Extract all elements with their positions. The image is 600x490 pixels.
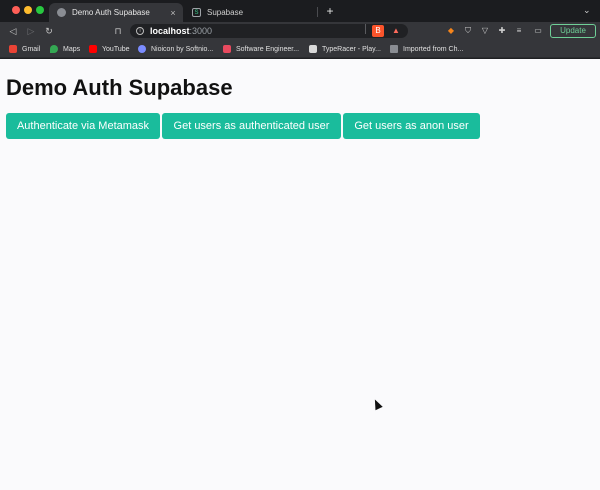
bookmark-nioicon[interactable]: Nioicon by Softnio... (138, 43, 213, 55)
folder-icon (390, 45, 398, 53)
authenticate-metamask-button[interactable]: Authenticate via Metamask (6, 113, 160, 139)
tab-title: Supabase (207, 8, 244, 17)
bookmark-label: Nioicon by Softnio... (151, 45, 214, 53)
close-window-button[interactable] (12, 6, 20, 14)
wallet-icon[interactable]: ▭ (532, 25, 544, 37)
get-users-anon-button[interactable]: Get users as anon user (343, 113, 480, 139)
bookmark-youtube[interactable]: YouTube (89, 43, 130, 55)
bookmark-label: YouTube (102, 45, 130, 53)
reading-list-icon[interactable]: ≡ (513, 25, 525, 37)
nioicon-icon (138, 45, 146, 53)
forward-button[interactable]: ▷ (24, 24, 38, 38)
bookmark-maps[interactable]: Maps (50, 43, 80, 55)
tab-divider (317, 7, 318, 17)
address-bar[interactable]: i localhost :3000 (130, 24, 408, 38)
youtube-icon (89, 45, 97, 53)
back-button[interactable]: ◁ (6, 24, 20, 38)
tab-title: Demo Auth Supabase (72, 8, 150, 17)
tab-search-chevron-icon[interactable]: ⌄ (583, 5, 591, 16)
supabase-favicon-icon: S (192, 8, 201, 17)
page-content: Demo Auth Supabase Authenticate via Meta… (0, 59, 600, 490)
get-users-authenticated-button[interactable]: Get users as authenticated user (162, 113, 341, 139)
bookmarks-bar: Gmail Maps YouTube Nioicon by Softnio...… (0, 40, 600, 58)
bookmark-label: Software Engineer... (236, 45, 300, 53)
url-port: :3000 (189, 26, 213, 36)
browser-toolbar: ◁ ▷ ↻ ⊓ i localhost :3000 B ▲ ◆ ⛉ ▽ ✚ ≡ … (0, 22, 600, 40)
maps-pin-icon (50, 45, 58, 53)
extensions-puzzle-icon[interactable]: ✚ (496, 25, 508, 37)
bookmark-software-engineer[interactable]: Software Engineer... (223, 43, 299, 55)
bookmark-imported-folder[interactable]: Imported from Ch... (390, 43, 463, 55)
bookmark-label: Maps (63, 45, 81, 53)
globe-icon (57, 8, 66, 17)
new-tab-button[interactable]: + (323, 4, 337, 18)
tab-supabase[interactable]: S Supabase (184, 3, 318, 22)
url-host: localhost (150, 26, 190, 36)
typeracer-icon (309, 45, 317, 53)
brave-shields-icon[interactable]: B (372, 25, 384, 37)
brave-rewards-icon[interactable]: ▲ (390, 25, 402, 37)
bookmark-label: Imported from Ch... (403, 45, 464, 53)
vue-devtools-icon[interactable]: ▽ (479, 25, 491, 37)
bookmark-label: TypeRacer - Play... (322, 45, 382, 53)
bookmark-typeracer[interactable]: TypeRacer - Play... (309, 43, 381, 55)
shield-icon[interactable]: ⛉ (462, 25, 474, 37)
gmail-icon (9, 45, 17, 53)
browser-window: Demo Auth Supabase × S Supabase + ⌄ ◁ ▷ … (0, 0, 600, 490)
close-tab-icon[interactable]: × (167, 8, 179, 18)
toolbar-divider (365, 24, 366, 34)
metamask-fox-icon[interactable]: ◆ (445, 25, 457, 37)
maximize-window-button[interactable] (36, 6, 44, 14)
bookmark-label: Gmail (22, 45, 41, 53)
bookmark-gmail[interactable]: Gmail (9, 43, 40, 55)
software-engineer-icon (223, 45, 231, 53)
site-info-icon[interactable]: i (136, 27, 144, 35)
tab-demo-auth-supabase[interactable]: Demo Auth Supabase × (49, 3, 183, 22)
bookmark-icon[interactable]: ⊓ (111, 24, 125, 38)
minimize-window-button[interactable] (24, 6, 32, 14)
tab-strip: Demo Auth Supabase × S Supabase + ⌄ (0, 0, 600, 22)
update-button[interactable]: Update (550, 24, 596, 38)
reload-button[interactable]: ↻ (42, 24, 56, 38)
page-title: Demo Auth Supabase (6, 75, 233, 100)
